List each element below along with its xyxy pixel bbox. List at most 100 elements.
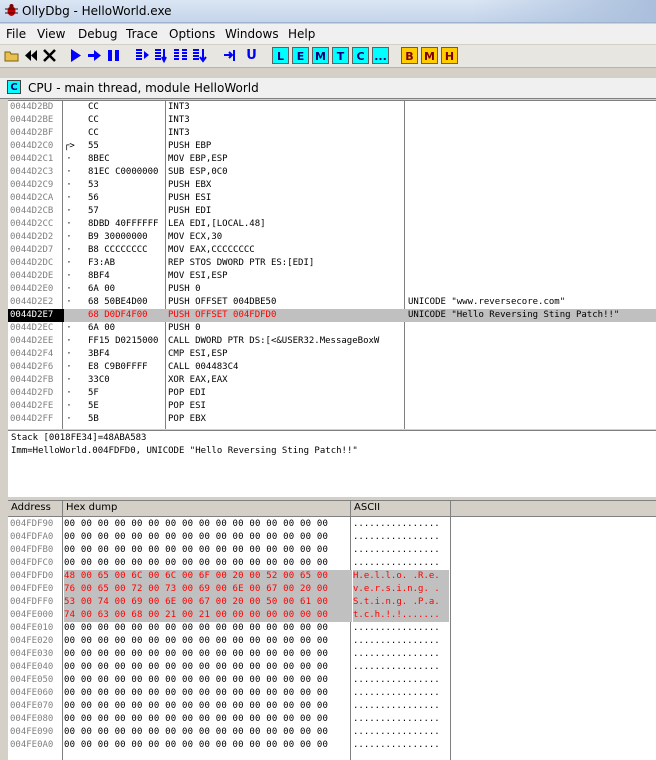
disasm-instruction: PUSH EBX <box>168 180 212 190</box>
step-into-icon[interactable] <box>134 47 151 64</box>
dump-address: 004FE060 <box>10 688 54 698</box>
disasm-row[interactable]: 0044D2EE · FF15 D0215000 CALL DWORD PTR DS:… <box>8 335 656 348</box>
execute-till-return-icon[interactable] <box>222 47 239 64</box>
dump-row[interactable]: 004FE010 00 00 00 00 00 00 00 00 00 00 00… <box>8 622 656 635</box>
disasm-flow-marker: ┌> <box>64 141 75 151</box>
dump-row[interactable]: 004FE080 00 00 00 00 00 00 00 00 00 00 00… <box>8 713 656 726</box>
disasm-hex: 68 D0DF4F00 <box>88 310 148 320</box>
dump-row[interactable]: 004FE020 00 00 00 00 00 00 00 00 00 00 00… <box>8 635 656 648</box>
menu-debug[interactable]: Debug <box>78 27 117 41</box>
animate-into-icon[interactable] <box>172 47 189 64</box>
menu-windows[interactable]: Windows <box>225 27 279 41</box>
animate-over-icon[interactable] <box>191 47 208 64</box>
step-over-icon[interactable] <box>153 47 170 64</box>
dump-row[interactable]: 004FE030 00 00 00 00 00 00 00 00 00 00 00… <box>8 648 656 661</box>
disasm-row[interactable]: 0044D2D7 · B8 CCCCCCCC MOV EAX,CCCCCCCC <box>8 244 656 257</box>
more-windows-button[interactable]: ... <box>372 47 389 64</box>
disasm-hex: 55 <box>88 141 99 151</box>
disasm-row[interactable]: 0044D2BF CC INT3 <box>8 127 656 140</box>
disasm-row[interactable]: 0044D2DE · 8BF4 MOV ESI,ESP <box>8 270 656 283</box>
log-window-button[interactable]: L <box>272 47 289 64</box>
menu-view[interactable]: View <box>37 27 65 41</box>
modules-window-button[interactable]: E <box>292 47 309 64</box>
step-run-icon[interactable] <box>86 47 103 64</box>
disasm-row[interactable]: 0044D2FB · 33C0 XOR EAX,EAX <box>8 374 656 387</box>
disasm-row[interactable]: 0044D2F4 · 3BF4 CMP ESI,ESP <box>8 348 656 361</box>
dump-row[interactable]: 004FE060 00 00 00 00 00 00 00 00 00 00 00… <box>8 687 656 700</box>
disasm-row[interactable]: 0044D2C3 · 81EC C0000000 SUB ESP,0C0 <box>8 166 656 179</box>
open-icon[interactable] <box>3 47 20 64</box>
dump-row[interactable]: 004FDFC0 00 00 00 00 00 00 00 00 00 00 00… <box>8 557 656 570</box>
dump-row-highlighted[interactable]: 004FDFF0 53 00 74 00 69 00 6E 00 67 00 20… <box>8 596 656 609</box>
dump-address: 004FE080 <box>10 714 54 724</box>
disasm-row[interactable]: 0044D2BD CC INT3 <box>8 101 656 114</box>
disasm-flow-marker: · <box>66 271 72 281</box>
disasm-instruction: XOR EAX,EAX <box>168 375 228 385</box>
pause-icon[interactable] <box>105 47 122 64</box>
dump-row[interactable]: 004FE050 00 00 00 00 00 00 00 00 00 00 00… <box>8 674 656 687</box>
close-icon[interactable] <box>41 47 58 64</box>
disasm-row[interactable]: 0044D2FF · 5B POP EBX <box>8 413 656 426</box>
menu-help[interactable]: Help <box>288 27 315 41</box>
disasm-address: 0044D2D7 <box>10 245 54 255</box>
menu-trace[interactable]: Trace <box>126 27 158 41</box>
menu-file[interactable]: File <box>6 27 26 41</box>
dump-row[interactable]: 004FDF90 00 00 00 00 00 00 00 00 00 00 00… <box>8 518 656 531</box>
dump-address: 004FDFF0 <box>10 597 54 607</box>
dump-header-address[interactable]: Address <box>11 502 51 513</box>
disasm-row[interactable]: 0044D2EC · 6A 00 PUSH 0 <box>8 322 656 335</box>
disasm-flow-marker: · <box>66 154 72 164</box>
dump-row[interactable]: 004FE090 00 00 00 00 00 00 00 00 00 00 00… <box>8 726 656 739</box>
disasm-instruction: MOV ECX,30 <box>168 232 223 242</box>
dump-row-highlighted[interactable]: 004FDFE0 76 00 65 00 72 00 73 00 69 00 6E… <box>8 583 656 596</box>
rewind-icon[interactable] <box>22 47 39 64</box>
disasm-row[interactable]: 0044D2F6 · E8 C9B0FFFF CALL 004483C4 <box>8 361 656 374</box>
disasm-row[interactable]: 0044D2FE · 5E POP ESI <box>8 400 656 413</box>
disasm-row-selected[interactable]: 0044D2E7 68 D0DF4F00 PUSH OFFSET 004FDFD0 U… <box>8 309 656 322</box>
dump-hex-bytes: 00 00 00 00 00 00 00 00 00 00 00 00 00 0… <box>64 714 329 724</box>
disasm-row[interactable]: 0044D2CB · 57 PUSH EDI <box>8 205 656 218</box>
dump-address: 004FDFC0 <box>10 558 54 568</box>
dump-row[interactable]: 004FE0A0 00 00 00 00 00 00 00 00 00 00 00… <box>8 739 656 752</box>
dump-row-highlighted[interactable]: 004FE000 74 00 63 00 68 00 21 00 21 00 00… <box>8 609 656 622</box>
dump-ascii: ................ <box>353 740 440 750</box>
run-icon[interactable] <box>67 47 84 64</box>
execute-till-user-icon[interactable]: U <box>243 47 260 64</box>
disasm-instruction: POP EBX <box>168 414 206 424</box>
disasm-row[interactable]: 0044D2C9 · 53 PUSH EBX <box>8 179 656 192</box>
handles-button[interactable]: H <box>441 47 458 64</box>
disasm-hex: 68 50BE4D00 <box>88 297 148 307</box>
disasm-instruction: CALL DWORD PTR DS:[<&USER32.MessageBoxW <box>168 336 380 346</box>
disasm-row[interactable]: 0044D2CC · 8DBD 40FFFFFF LEA EDI,[LOCAL.48] <box>8 218 656 231</box>
dump-header-hex[interactable]: Hex dump <box>66 502 117 513</box>
cpu-window-button[interactable]: C <box>352 47 369 64</box>
disasm-row[interactable]: 0044D2C1 · 8BEC MOV EBP,ESP <box>8 153 656 166</box>
disasm-row[interactable]: 0044D2E2 · 68 50BE4D00 PUSH OFFSET 004DBE50… <box>8 296 656 309</box>
disasm-row[interactable]: 0044D2CA · 56 PUSH ESI <box>8 192 656 205</box>
disasm-row[interactable]: 0044D2BE CC INT3 <box>8 114 656 127</box>
disasm-row[interactable]: 0044D2D2 · B9 30000000 MOV ECX,30 <box>8 231 656 244</box>
dump-row[interactable]: 004FE070 00 00 00 00 00 00 00 00 00 00 00… <box>8 700 656 713</box>
disasm-address: 0044D2BF <box>10 128 54 138</box>
disasm-row[interactable]: 0044D2FD · 5F POP EDI <box>8 387 656 400</box>
dump-row[interactable]: 004FDFB0 00 00 00 00 00 00 00 00 00 00 00… <box>8 544 656 557</box>
dump-hex-bytes: 53 00 74 00 69 00 6E 00 67 00 20 00 50 0… <box>64 596 352 609</box>
disasm-row[interactable]: 0044D2E0 · 6A 00 PUSH 0 <box>8 283 656 296</box>
dump-row[interactable]: 004FDFA0 00 00 00 00 00 00 00 00 00 00 00… <box>8 531 656 544</box>
disasm-row[interactable]: 0044D2C0 ┌> 55 PUSH EBP <box>8 140 656 153</box>
disasm-hex: CC <box>88 102 99 112</box>
disasm-address: 0044D2C0 <box>10 141 54 151</box>
memory-map-button[interactable]: M <box>421 47 438 64</box>
hex-dump-pane[interactable]: Address Hex dump ASCII 004FDF90 00 00 00 … <box>8 500 656 760</box>
dump-hex-bytes: 74 00 63 00 68 00 21 00 21 00 00 00 00 0… <box>64 609 352 622</box>
dump-header-ascii[interactable]: ASCII <box>354 502 380 513</box>
dump-row-highlighted[interactable]: 004FDFD0 48 00 65 00 6C 00 6C 00 6F 00 20… <box>8 570 656 583</box>
disassembly-pane[interactable]: 0044D2BD CC INT3 0044D2BE CC INT3 0044D2BF CC IN… <box>8 100 656 429</box>
threads-window-button[interactable]: T <box>332 47 349 64</box>
memory-window-button[interactable]: M <box>312 47 329 64</box>
menu-options[interactable]: Options <box>169 27 215 41</box>
dump-ascii: ................ <box>353 519 440 529</box>
breakpoints-button[interactable]: B <box>401 47 418 64</box>
dump-row[interactable]: 004FE040 00 00 00 00 00 00 00 00 00 00 00… <box>8 661 656 674</box>
disasm-row[interactable]: 0044D2DC · F3:AB REP STOS DWORD PTR ES:[EDI… <box>8 257 656 270</box>
